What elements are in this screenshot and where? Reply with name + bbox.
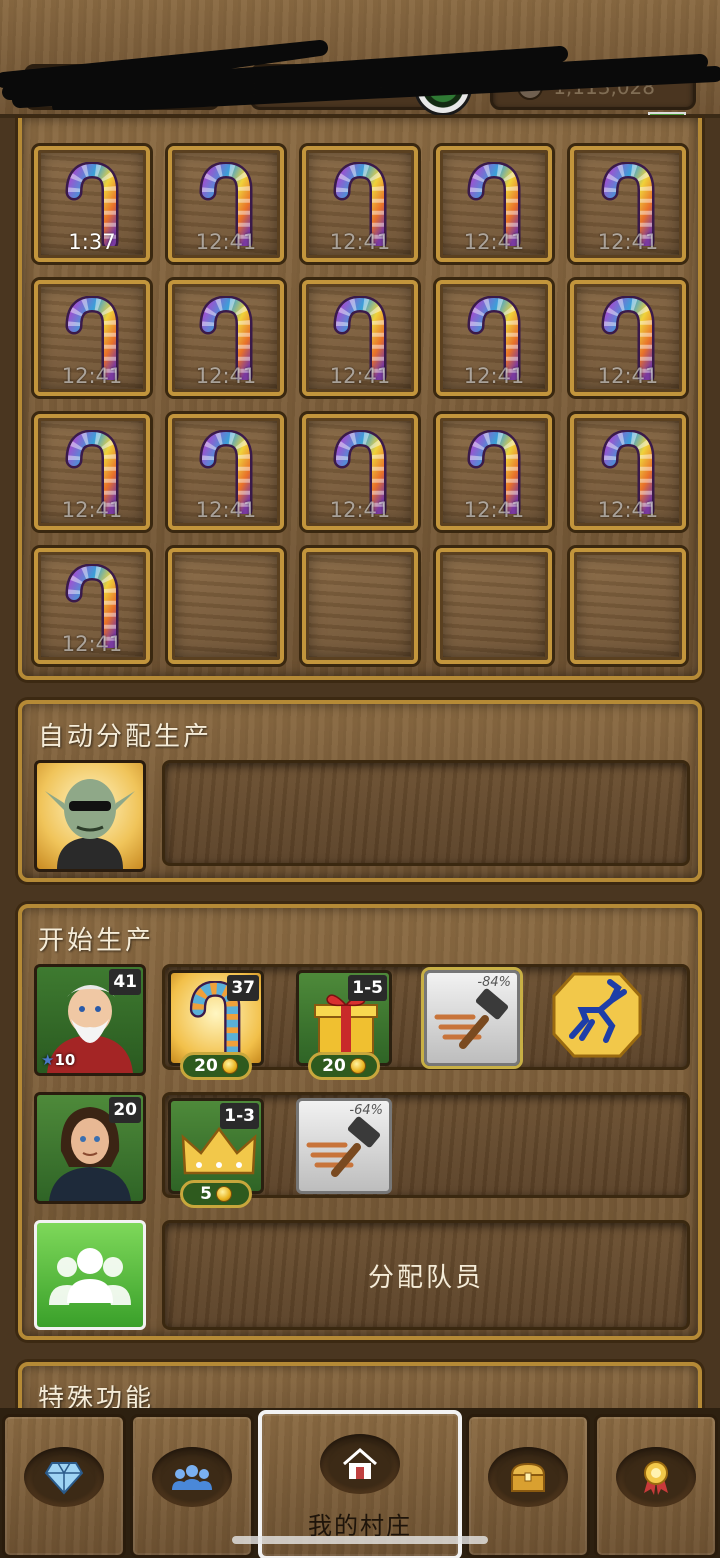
inventory-slot[interactable] — [436, 548, 552, 664]
inventory-slot[interactable]: 12:41 — [436, 146, 552, 262]
speed-bonus-label: -84% — [477, 975, 511, 990]
item-badge: 1-3 — [220, 1103, 259, 1129]
medal-icon — [644, 1461, 668, 1495]
inventory-slot[interactable]: 12:41 — [570, 414, 686, 530]
orc-manager-portrait[interactable] — [34, 760, 146, 872]
inventory-slot[interactable]: 12:41 — [302, 414, 418, 530]
cost-value: 5 — [200, 1184, 212, 1204]
coin-icon — [349, 1058, 366, 1074]
inventory-slot[interactable] — [570, 548, 686, 664]
worker1-item-fast-hammer[interactable]: -84% — [424, 970, 520, 1066]
reindeer-icon — [552, 972, 642, 1058]
slot-timer: 12:41 — [195, 498, 257, 522]
cost-pill: 20 — [308, 1052, 380, 1080]
auto-production-panel: 自动分配生产 — [18, 700, 702, 1558]
slot-timer: 12:41 — [329, 498, 391, 522]
worker2-item-fast-hammer[interactable]: -64% — [296, 1098, 392, 1194]
inventory-slot[interactable]: 12:41 — [34, 280, 150, 396]
inventory-slot[interactable]: 12:41 — [168, 280, 284, 396]
worker1-star-level: ★10 — [41, 1051, 76, 1069]
rocker-worker-portrait[interactable]: 20 — [34, 1092, 146, 1204]
worker1-level-badge: 41 — [109, 969, 141, 995]
treasure-chest-icon — [510, 1462, 546, 1492]
slot-timer: 12:41 — [463, 230, 525, 254]
team-group-icon — [49, 1248, 131, 1305]
slot-timer: 12:41 — [61, 632, 123, 656]
slot-timer: 12:41 — [329, 230, 391, 254]
auto-production-title: 自动分配生产 — [38, 722, 213, 752]
inventory-slot[interactable]: 12:41 — [302, 146, 418, 262]
cost-value: 20 — [194, 1056, 218, 1076]
home-icon — [343, 1448, 377, 1479]
santa-worker-portrait[interactable]: 41 ★10 — [34, 964, 146, 1076]
top-bar: 1,113,028 — [0, 0, 720, 118]
worker2-level-badge: 20 — [109, 1097, 141, 1123]
nav-achievements[interactable] — [594, 1414, 718, 1558]
fast-hammer-icon — [306, 1116, 381, 1177]
home-indicator — [232, 1536, 488, 1544]
inventory-slot[interactable]: 12:41 — [168, 414, 284, 530]
slot-timer: 12:41 — [597, 364, 659, 388]
inventory-slot[interactable]: 12:41 — [302, 280, 418, 396]
inventory-slot[interactable]: 12:41 — [168, 146, 284, 262]
diamond-icon — [44, 1462, 84, 1495]
crown-icon — [181, 1126, 257, 1175]
orc-avatar-icon — [45, 779, 135, 869]
assign-team-slot[interactable]: 分配队员 — [162, 1220, 690, 1330]
inventory-slot[interactable]: 12:41 — [436, 414, 552, 530]
auto-building-tray — [162, 760, 690, 866]
start-production-title: 开始生产 — [38, 926, 155, 956]
slot-timer: 12:41 — [195, 364, 257, 388]
inventory-slot[interactable] — [302, 548, 418, 664]
assign-team-label: 分配队员 — [367, 1262, 484, 1293]
inventory-slot[interactable]: 12:41 — [570, 146, 686, 262]
slot-timer: 1:37 — [68, 230, 116, 254]
cost-pill: 5 — [180, 1180, 252, 1208]
fast-hammer-icon — [434, 988, 509, 1049]
item-badge: 1-5 — [348, 975, 387, 1001]
redaction-scribble — [0, 40, 720, 110]
slot-timer: 12:41 — [61, 364, 123, 388]
inventory-slot[interactable]: 1:37 — [34, 146, 150, 262]
item-badge: 37 — [227, 975, 259, 1001]
slot-timer: 12:41 — [195, 230, 257, 254]
inventory-slot[interactable]: 12:41 — [436, 280, 552, 396]
inventory-slot[interactable]: 12:41 — [34, 548, 150, 664]
cost-value: 20 — [322, 1056, 346, 1076]
assign-team-button[interactable] — [34, 1220, 146, 1330]
worker1-item-reindeer-emblem[interactable] — [552, 970, 648, 1066]
slot-timer: 12:41 — [597, 498, 659, 522]
slot-timer: 12:41 — [597, 230, 659, 254]
slot-timer: 12:41 — [463, 498, 525, 522]
slot-timer: 12:41 — [329, 364, 391, 388]
star-icon: ★ — [41, 1051, 55, 1069]
inventory-slot[interactable]: 12:41 — [570, 280, 686, 396]
team-icon — [172, 1465, 212, 1490]
coin-icon — [221, 1058, 238, 1074]
nav-gems[interactable] — [2, 1414, 126, 1558]
coin-icon — [215, 1186, 232, 1202]
inventory-slot[interactable]: 12:41 — [34, 414, 150, 530]
cost-pill: 20 — [180, 1052, 252, 1080]
inventory-slot[interactable] — [168, 548, 284, 664]
slot-timer: 12:41 — [61, 498, 123, 522]
slot-timer: 12:41 — [463, 364, 525, 388]
speed-bonus-label: -64% — [349, 1103, 383, 1118]
